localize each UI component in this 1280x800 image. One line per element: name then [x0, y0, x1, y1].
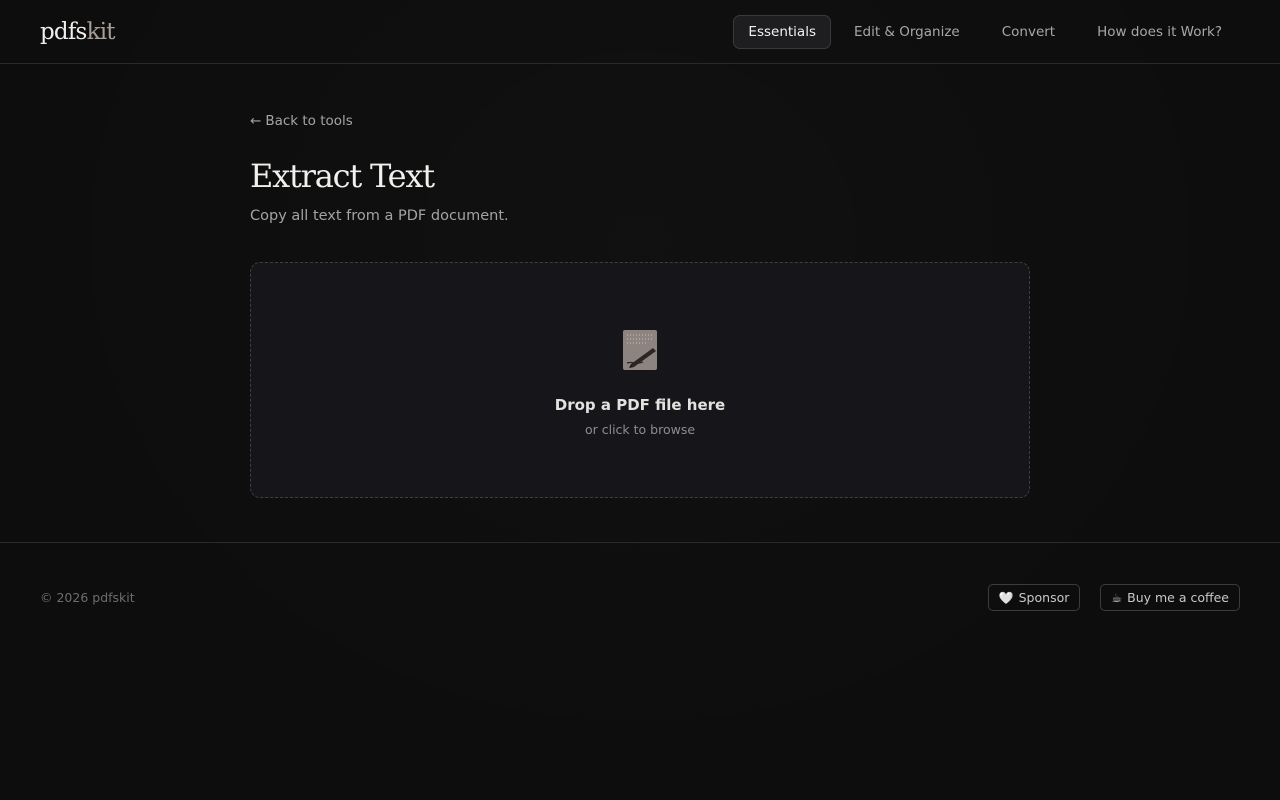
- arrow-left-icon: ←: [250, 113, 262, 129]
- sponsor-label: Sponsor: [1018, 590, 1070, 605]
- footer: © 2026 pdfskit 🤍 Sponsor ☕ Buy me a coff…: [0, 542, 1280, 652]
- buy-coffee-button[interactable]: ☕ Buy me a coffee: [1100, 584, 1240, 611]
- main-content: ← Back to tools Extract Text Copy all te…: [250, 64, 1030, 542]
- coffee-icon: ☕: [1111, 590, 1123, 605]
- nav-how-it-works[interactable]: How does it Work?: [1078, 15, 1241, 49]
- main-nav: Essentials Edit & Organize Convert How d…: [733, 14, 1241, 49]
- copyright: © 2026 pdfskit: [40, 590, 135, 605]
- nav-edit-organize[interactable]: Edit & Organize: [835, 15, 979, 49]
- dropzone-subtitle: or click to browse: [584, 421, 696, 437]
- back-to-tools-link[interactable]: ← Back to tools: [250, 113, 353, 129]
- nav-convert[interactable]: Convert: [983, 15, 1074, 49]
- sponsor-button[interactable]: 🤍 Sponsor: [987, 584, 1081, 611]
- nav-essentials[interactable]: Essentials: [733, 14, 831, 49]
- heart-icon: 🤍: [998, 590, 1014, 605]
- footer-links: 🤍 Sponsor ☕ Buy me a coffee: [987, 584, 1240, 611]
- page-title: Extract Text: [250, 157, 435, 195]
- file-pen-icon: [623, 329, 657, 370]
- logo-main: pdfs: [40, 18, 87, 45]
- page-subtitle: Copy all text from a PDF document.: [250, 208, 509, 225]
- top-bar: pdfs kit Essentials Edit & Organize Conve…: [0, 0, 1280, 64]
- logo-suffix: kit: [86, 18, 116, 45]
- logo[interactable]: pdfs kit: [40, 18, 116, 45]
- coffee-label: Buy me a coffee: [1127, 590, 1229, 605]
- dropzone-title: Drop a PDF file here: [554, 395, 726, 414]
- pdf-dropzone[interactable]: Drop a PDF file here or click to browse: [250, 262, 1030, 499]
- back-label: Back to tools: [265, 113, 353, 129]
